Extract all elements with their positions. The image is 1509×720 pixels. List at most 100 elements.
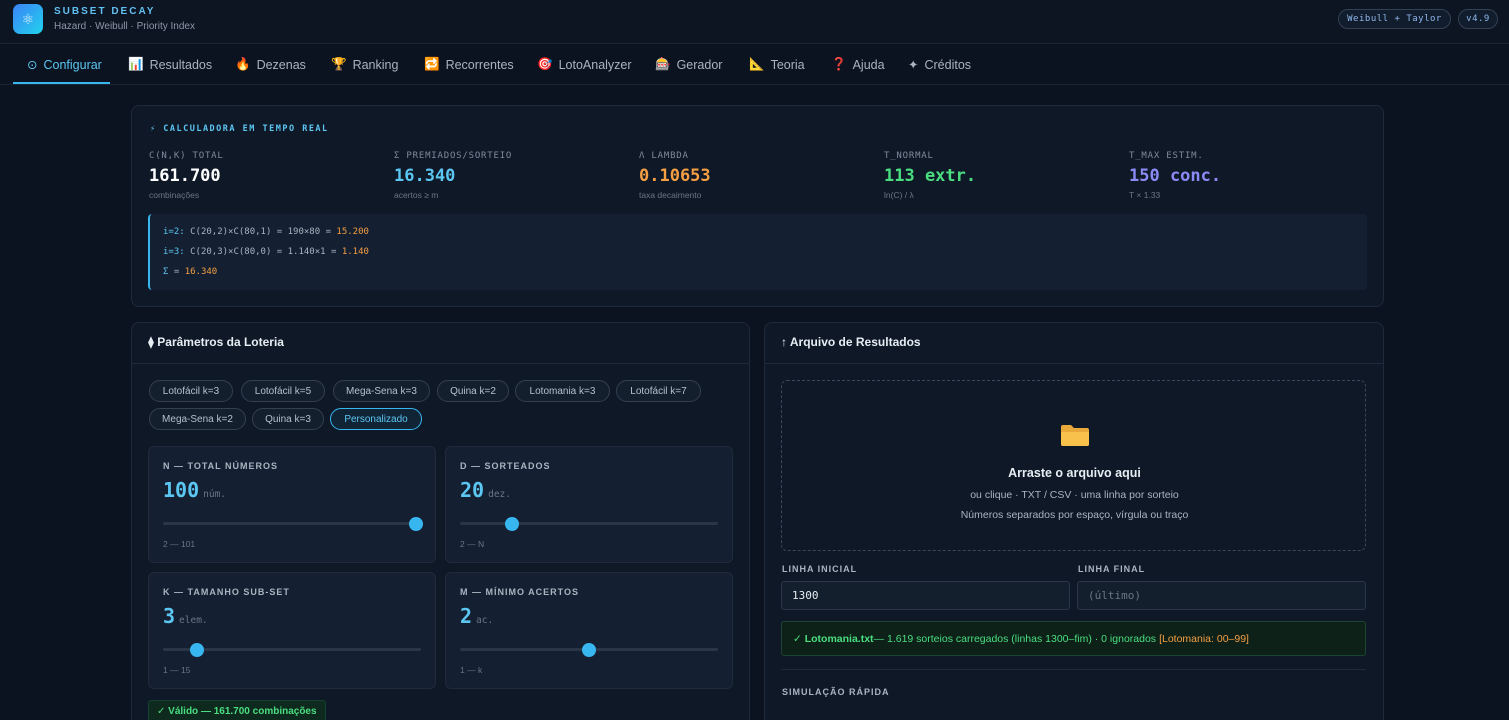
slider-thumb[interactable] (582, 643, 596, 657)
tab-recorrentes[interactable]: 🔁 Recorrentes (424, 44, 514, 85)
stat-label: T_NORMAL (884, 151, 934, 161)
stat-value: 16.340 (394, 166, 456, 186)
preset-lotomania-k3[interactable]: Lotomania k=3 (515, 380, 610, 402)
preset-lotofacil-k3[interactable]: Lotofácil k=3 (149, 380, 233, 402)
end-line-input[interactable]: (último) (1077, 581, 1366, 610)
atom-icon: ⚛ (13, 4, 43, 34)
preset-lotofacil-k7[interactable]: Lotofácil k=7 (616, 380, 701, 402)
sparkle-icon: ✦ (908, 58, 919, 72)
unit-text: núm. (203, 489, 227, 500)
stat-label: C(N,K) TOTAL (149, 151, 224, 161)
stat-sub: combinações (149, 190, 200, 200)
end-line-label: LINHA FINAL (1078, 564, 1146, 574)
stat-sub: T × 1.33 (1129, 190, 1161, 200)
param-label: D — SORTEADOS (460, 461, 551, 471)
settings-icon: ⊙ (27, 58, 38, 72)
stat-value: 150 conc. (1129, 166, 1222, 186)
param-k: K — TAMANHO SUB-SET 3 elem. 1 — 15 (148, 572, 436, 689)
param-n: N — TOTAL NÚMEROS 100 núm. 2 — 101 (148, 446, 436, 563)
formula-expr: C(20,2)×C(80,1) = 190×80 = (184, 227, 337, 237)
preset-quina-k2[interactable]: Quina k=2 (437, 380, 509, 402)
preset-personalizado[interactable]: Personalizado (330, 408, 422, 430)
tab-label: Ajuda (852, 57, 885, 72)
param-value: 3 elem. (163, 604, 208, 628)
tab-ranking[interactable]: 🏆 Ranking (331, 44, 398, 85)
divider (765, 363, 1383, 364)
slot-machine-icon: 🎰 (655, 57, 671, 71)
preset-quina-k3[interactable]: Quina k=3 (252, 408, 324, 430)
params-card: ⧫ Parâmetros da Loteria Lotofácil k=3 Lo… (131, 322, 750, 720)
slider-thumb[interactable] (504, 517, 519, 531)
calculator-card: ⚡ CALCULADORA EM TEMPO REAL C(N,K) TOTAL… (131, 105, 1384, 307)
tab-label: Dezenas (256, 57, 306, 72)
n-slider[interactable] (163, 517, 423, 531)
dropzone-hint: Números separados por espaço, vírgula ou… (960, 509, 1189, 521)
m-slider[interactable] (460, 643, 718, 657)
stat-sub: ln(C) / λ (884, 190, 914, 200)
upload-card: ↑ Arquivo de Resultados Arraste o arquiv… (764, 322, 1384, 720)
tab-label: Gerador (676, 57, 723, 72)
tab-resultados[interactable]: 📊 Resultados (128, 44, 212, 85)
calculator-heading: ⚡ CALCULADORA EM TEMPO REAL (150, 124, 329, 134)
slider-thumb[interactable] (189, 643, 204, 657)
formula-line: i=2: C(20,2)×C(80,1) = 190×80 = 15.200 (163, 227, 369, 237)
preset-megasena-k3[interactable]: Mega-Sena k=3 (333, 380, 430, 402)
stat-t-normal: T_NORMAL 113 extr. ln(C) / λ (884, 151, 976, 200)
trophy-icon: 🏆 (331, 57, 347, 71)
tab-creditos[interactable]: ✦ Créditos (908, 44, 971, 85)
d-slider[interactable] (460, 517, 718, 531)
tab-label: Configurar (43, 57, 102, 72)
slider-thumb[interactable] (408, 517, 423, 531)
stat-premiados: Σ PREMIADOS/SORTEIO 16.340 acertos ≥ m (394, 151, 512, 200)
stat-label: T_MAX ESTIM. (1129, 151, 1204, 161)
unit-text: ac. (476, 615, 494, 626)
stat-lambda: Λ LAMBDA 0.10653 taxa decaimento (639, 151, 711, 200)
params-title: ⧫ Parâmetros da Loteria (148, 335, 284, 349)
tab-configurar[interactable]: ⊙ Configurar (27, 44, 102, 85)
formula-key: i=2: (163, 227, 185, 237)
formula-result: 16.340 (184, 267, 218, 277)
formula-expr: C(20,3)×C(80,0) = 1.140×1 = (184, 247, 342, 257)
formula-key: i=3: (163, 247, 185, 257)
method-badge: Weibull + Taylor (1338, 9, 1451, 29)
chart-icon: 📊 (128, 57, 144, 71)
stat-label: Σ PREMIADOS/SORTEIO (394, 151, 513, 161)
param-value: 2 ac. (460, 604, 493, 628)
stat-t-max: T_MAX ESTIM. 150 conc. T × 1.33 (1129, 151, 1221, 200)
preset-lotofacil-k5[interactable]: Lotofácil k=5 (241, 380, 325, 402)
formula-expr: = (168, 267, 185, 277)
param-d: D — SORTEADOS 20 dez. 2 — N (445, 446, 733, 563)
start-line-input[interactable]: 1300 (781, 581, 1070, 610)
param-range: 1 — k (460, 665, 483, 675)
tab-dezenas[interactable]: 🔥 Dezenas (235, 44, 306, 85)
quick-sim-label: SIMULAÇÃO RÁPIDA (782, 687, 890, 697)
tab-label: Ranking (352, 57, 399, 72)
unit-text: elem. (179, 615, 208, 626)
param-range: 2 — 101 (163, 539, 196, 549)
value-text: 3 (163, 604, 176, 628)
tab-ajuda[interactable]: ❓ Ajuda (831, 44, 885, 85)
preset-megasena-k2[interactable]: Mega-Sena k=2 (149, 408, 246, 430)
stat-value: 0.10653 (639, 166, 711, 186)
unit-text: dez. (488, 489, 511, 500)
version-badge: v4.9 (1458, 9, 1498, 29)
stat-total: C(N,K) TOTAL 161.700 combinações (149, 151, 224, 200)
value-text: 20 (460, 478, 485, 502)
tab-gerador[interactable]: 🎰 Gerador (655, 44, 722, 85)
file-dropzone[interactable]: Arraste o arquivo aqui ou clique · TXT /… (781, 380, 1366, 551)
param-label: M — MÍNIMO ACERTOS (460, 587, 579, 597)
dropzone-hint: ou clique · TXT / CSV · uma linha por so… (970, 489, 1179, 501)
validity-badge: ✓ Válido — 161.700 combinações (148, 700, 326, 720)
formula-result: 1.140 (341, 247, 369, 257)
active-tab-indicator (13, 82, 110, 84)
tab-lotoanalyzer[interactable]: 🎯 LotoAnalyzer (537, 44, 632, 85)
stat-value: 113 extr. (884, 166, 977, 186)
status-text: — 1.619 sorteios carregados (linhas 1300… (873, 632, 1157, 645)
divider (781, 669, 1366, 670)
folder-icon (1061, 425, 1089, 446)
app-header: ⚛ SUBSET DECAY Hazard · Weibull · Priori… (0, 0, 1509, 44)
k-slider[interactable] (163, 643, 421, 657)
formula-block: i=2: C(20,2)×C(80,1) = 190×80 = 15.200 i… (148, 214, 1367, 290)
question-icon: ❓ (831, 57, 847, 71)
tab-teoria[interactable]: 📐 Teoria (749, 44, 805, 85)
